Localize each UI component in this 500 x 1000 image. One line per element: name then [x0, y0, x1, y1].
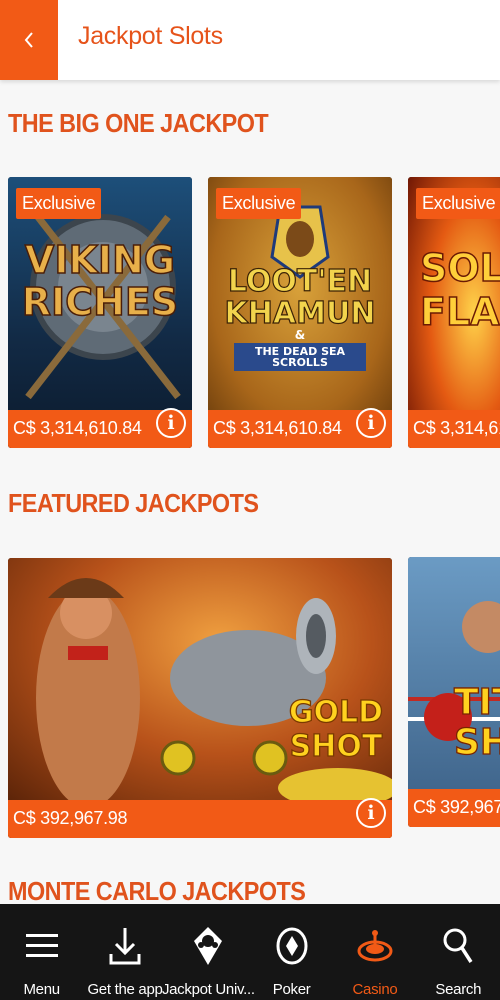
game-art-line: THE DEAD SEA SCROLLS [234, 343, 366, 371]
menu-icon [17, 922, 67, 970]
jackpot-amount: C$ 3,314,610.84 [213, 418, 342, 438]
game-art-title: LOOT'EN KHAMUN & THE DEAD SEA SCROLLS [214, 264, 386, 371]
jackpot-amount: C$ 3,314,610.84 [413, 418, 500, 438]
game-art-title: SOL FLA [419, 246, 500, 334]
game-art-line: SOL [419, 246, 500, 290]
download-icon [100, 922, 150, 970]
game-art-line: TIT [453, 682, 500, 723]
nav-label: Casino [352, 981, 398, 998]
poker-icon [267, 922, 317, 970]
section-title-featured: FEATURED JACKPOTS [8, 488, 259, 518]
jackpot-amount-bar: C$ 3,314,610.84 [408, 410, 500, 448]
nav-label: Menu [23, 981, 60, 998]
game-art-title: TIT SH [453, 682, 500, 763]
jackpot-amount: C$ 392,967.98 [13, 808, 128, 828]
section-title-big-one: THE BIG ONE JACKPOT [8, 108, 269, 138]
exclusive-badge: Exclusive [16, 188, 102, 219]
jackpot-universe-icon [183, 922, 233, 970]
game-art-title: GOLD SHOT [278, 695, 392, 764]
jackpot-amount: C$ 392,967.98 [413, 797, 500, 817]
info-icon[interactable]: i [356, 408, 386, 438]
game-art-line: VIKING [24, 238, 176, 282]
game-card-gold-shot[interactable]: GOLD SHOT C$ 392,967.98 i [8, 558, 392, 838]
section-title-monte-carlo: MONTE CARLO JACKPOTS [8, 876, 306, 906]
game-art-line: RICHES [21, 280, 179, 324]
game-art-line: SH [453, 722, 500, 763]
jackpot-amount-bar: C$ 392,967.98 [8, 800, 392, 838]
info-icon[interactable]: i [156, 408, 186, 438]
game-art-line: FLA [419, 290, 500, 334]
game-card-looten-khamun[interactable]: LOOT'EN KHAMUN & THE DEAD SEA SCROLLS Ex… [208, 177, 392, 448]
chevron-left-icon [24, 32, 33, 48]
game-card-sol-fla[interactable]: SOL FLA Exclusive C$ 3,314,610.84 [408, 177, 500, 448]
nav-item-casino[interactable]: Casino [333, 904, 416, 1000]
search-icon [433, 922, 483, 970]
nav-item-jackpot-universe[interactable]: Jackpot Univ... [162, 904, 255, 1000]
game-card-viking-riches[interactable]: VIKING RICHES Exclusive C$ 3,314,610.84 … [8, 177, 192, 448]
back-button[interactable] [0, 0, 58, 80]
nav-item-search[interactable]: Search [417, 904, 500, 1000]
nav-label: Poker [272, 981, 311, 998]
nav-label: Get the app [87, 981, 163, 998]
game-art-line: GOLD [288, 695, 384, 730]
game-art-title: VIKING RICHES [18, 238, 182, 324]
game-art-line: LOOT'EN [227, 264, 373, 299]
jackpot-amount-bar: C$ 392,967.98 [408, 789, 500, 827]
nav-label: Search [435, 981, 482, 998]
game-art-line: KHAMUN [224, 296, 376, 331]
page-title: Jackpot Slots [78, 22, 223, 50]
nav-label: Jackpot Univ... [161, 981, 255, 998]
nav-item-get-app[interactable]: Get the app [83, 904, 166, 1000]
casino-roulette-icon [350, 922, 400, 970]
exclusive-badge: Exclusive [216, 188, 302, 219]
game-card-titan-shot[interactable]: TIT SH C$ 392,967.98 [408, 557, 500, 827]
game-art-line: SHOT [289, 729, 383, 764]
info-icon[interactable]: i [356, 798, 386, 828]
exclusive-badge: Exclusive [416, 188, 500, 219]
bottom-nav: Menu Get the app Jackpot Univ... Poker C… [0, 904, 500, 1000]
jackpot-amount: C$ 3,314,610.84 [13, 418, 142, 438]
nav-item-menu[interactable]: Menu [0, 904, 83, 1000]
app-header: Jackpot Slots [0, 0, 500, 80]
nav-item-poker[interactable]: Poker [250, 904, 333, 1000]
